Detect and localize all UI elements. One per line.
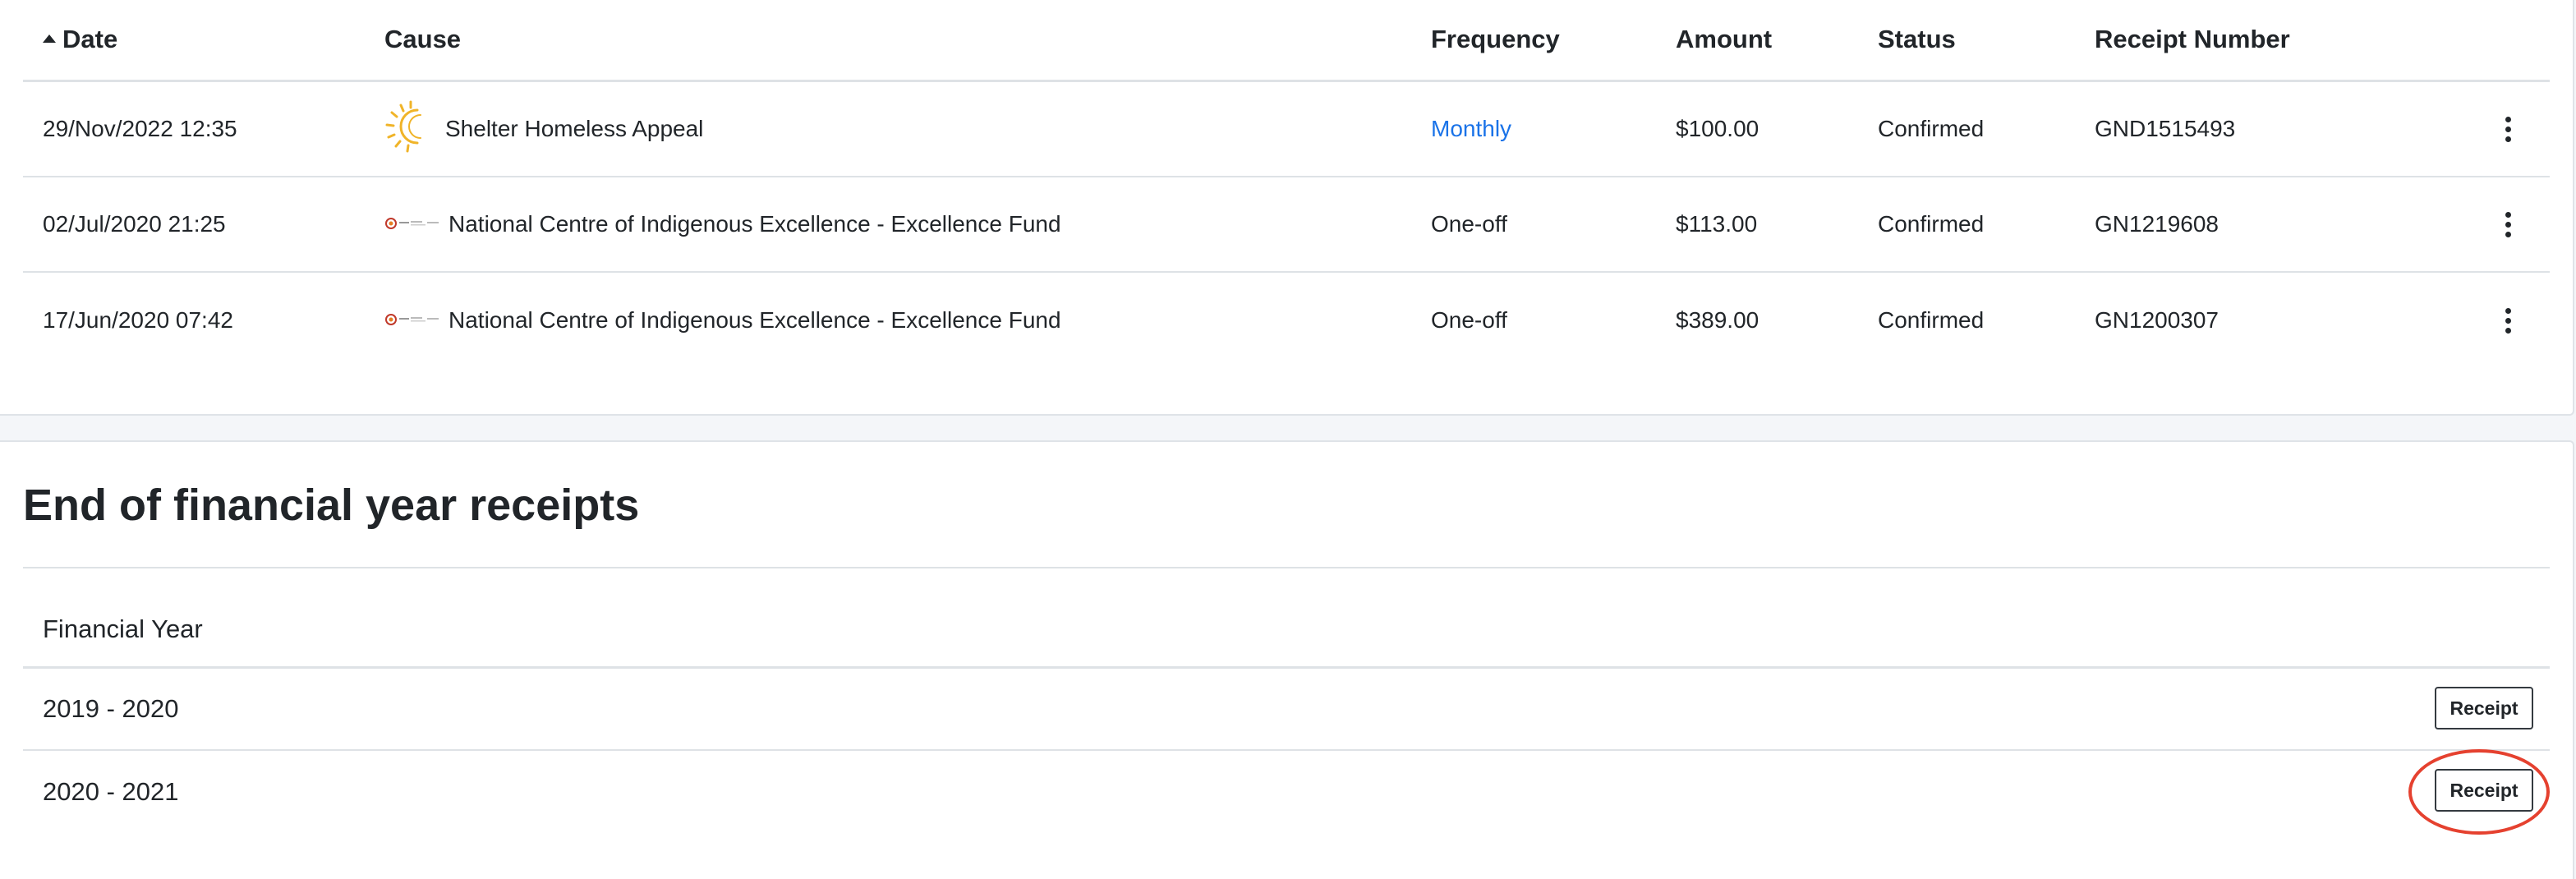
column-header-receipt-number[interactable]: Receipt Number	[2095, 25, 2290, 54]
donation-amount: $113.00	[1676, 211, 1758, 237]
financial-year: 2020 - 2021	[43, 777, 179, 806]
frequency-link[interactable]: Monthly	[1431, 116, 1511, 142]
donation-status: Confirmed	[1878, 116, 1985, 141]
donation-cause: Shelter Homeless Appeal	[384, 82, 703, 176]
column-header-amount[interactable]: Amount	[1676, 25, 1772, 54]
ncie-logo-icon	[384, 211, 440, 237]
donation-date: 02/Jul/2020 21:25	[43, 211, 226, 237]
financial-year: 2019 - 2020	[43, 694, 179, 723]
donations-table: Date Cause Frequency Amount Status Recei…	[23, 0, 2550, 368]
table-header: Date Cause Frequency Amount Status Recei…	[23, 0, 2550, 82]
cause-name: National Centre of Indigenous Excellence…	[448, 307, 1061, 333]
receipt-number: GND1515493	[2095, 116, 2236, 141]
donations-card: Date Cause Frequency Amount Status Recei…	[0, 0, 2574, 416]
sort-ascending-icon	[43, 34, 56, 43]
eofy-receipts-card: End of financial year receipts Financial…	[0, 440, 2574, 879]
more-vertical-icon	[2496, 304, 2520, 337]
donation-status: Confirmed	[1878, 307, 1985, 333]
table-row: 02/Jul/2020 21:25 National Centre of Ind…	[23, 177, 2550, 273]
donation-amount: $100.00	[1676, 116, 1760, 141]
eofy-table: Financial Year 2019 - 2020 Receipt 2020 …	[23, 567, 2550, 835]
donation-date: 29/Nov/2022 12:35	[43, 116, 237, 141]
receipt-number: GN1200307	[2095, 307, 2220, 333]
more-vertical-icon	[2496, 113, 2520, 145]
column-header-frequency[interactable]: Frequency	[1431, 25, 1560, 54]
table-row: 2020 - 2021 Receipt	[23, 749, 2550, 835]
donation-frequency: One-off	[1431, 307, 1507, 333]
donation-frequency: Monthly	[1431, 82, 1511, 176]
donation-cause: National Centre of Indigenous Excellence…	[384, 177, 1061, 271]
table-row: 29/Nov/2022 12:35 Shelter Homeless Appea…	[23, 82, 2550, 177]
row-menu-button[interactable]	[2496, 82, 2520, 176]
column-header-date[interactable]: Date	[43, 25, 117, 54]
section-title: End of financial year receipts	[23, 481, 640, 530]
cause-name: Shelter Homeless Appeal	[445, 116, 704, 141]
table-header: Financial Year	[23, 568, 2550, 669]
column-header-financial-year: Financial Year	[43, 614, 203, 643]
more-vertical-icon	[2496, 208, 2520, 241]
donation-amount: $389.00	[1676, 307, 1760, 333]
row-menu-button[interactable]	[2496, 177, 2520, 271]
column-header-cause[interactable]: Cause	[384, 25, 461, 54]
column-header-status[interactable]: Status	[1878, 25, 1956, 54]
table-row: 2019 - 2020 Receipt	[23, 669, 2550, 751]
table-row: 17/Jun/2020 07:42 National Centre of Ind…	[23, 273, 2550, 368]
receipt-button[interactable]: Receipt	[2435, 687, 2533, 729]
donation-frequency: One-off	[1431, 211, 1507, 237]
receipt-number: GN1219608	[2095, 211, 2220, 237]
sun-logo-icon	[384, 100, 437, 159]
donation-date: 17/Jun/2020 07:42	[43, 307, 233, 333]
donation-status: Confirmed	[1878, 211, 1985, 237]
row-menu-button[interactable]	[2496, 273, 2520, 368]
donation-cause: National Centre of Indigenous Excellence…	[384, 273, 1061, 368]
ncie-logo-icon	[384, 307, 440, 334]
cause-name: National Centre of Indigenous Excellence…	[448, 211, 1061, 237]
receipt-button[interactable]: Receipt	[2435, 769, 2533, 812]
